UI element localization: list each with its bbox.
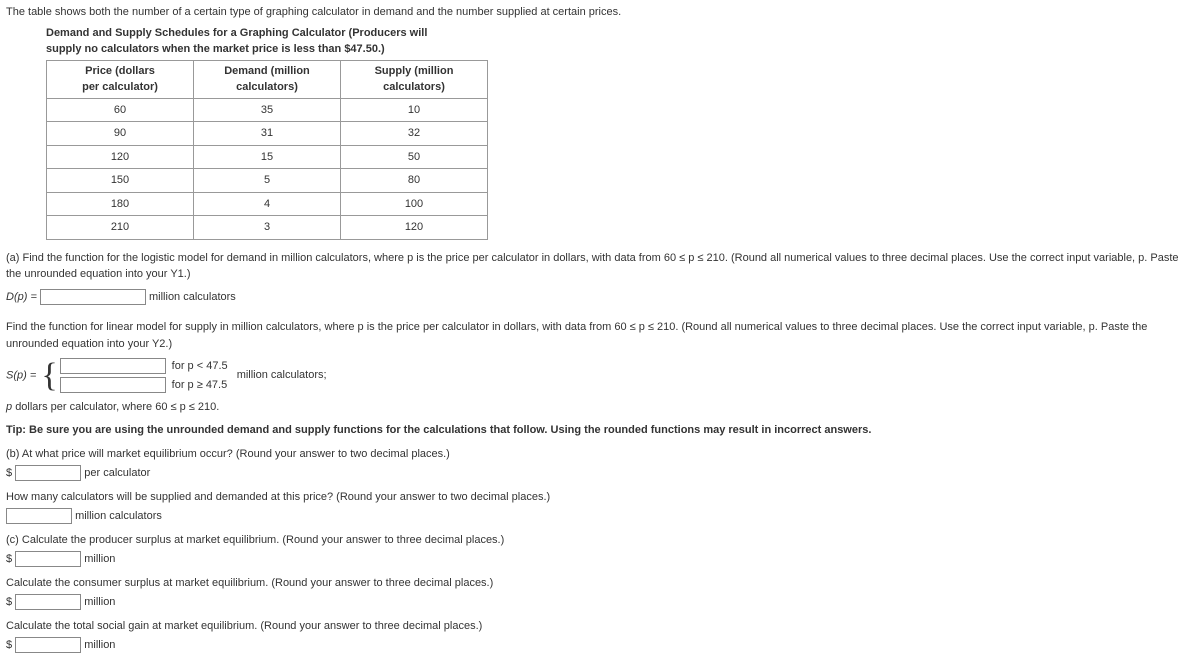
question-b2: How many calculators will be supplied an…: [6, 489, 1194, 506]
question-b: (b) At what price will market equilibriu…: [6, 446, 1194, 463]
qb-units: per calculator: [84, 467, 150, 479]
tip-text: Tip: Be sure you are using the unrounded…: [6, 422, 1194, 439]
supply-input-1[interactable]: [60, 358, 166, 374]
table-row: 1201550: [47, 145, 488, 169]
table-title-2: supply no calculators when the market pr…: [46, 41, 1194, 58]
qb2-units: million calculators: [75, 510, 162, 522]
demand-input[interactable]: [40, 289, 146, 305]
table-title-1: Demand and Supply Schedules for a Graphi…: [46, 25, 1194, 42]
question-a: (a) Find the function for the logistic m…: [6, 250, 1194, 283]
data-table: Price (dollarsper calculator) Demand (mi…: [46, 60, 488, 240]
table-row: 2103120: [47, 216, 488, 240]
col-header-demand: Demand (millioncalculators): [194, 60, 341, 98]
total-social-gain-input[interactable]: [15, 637, 81, 653]
table-row: 1804100: [47, 192, 488, 216]
question-c3: Calculate the total social gain at marke…: [6, 618, 1194, 635]
table-row: 150580: [47, 169, 488, 193]
supply-answer-line: S(p) = { for p < 47.5 for p ≥ 47.5 milli…: [6, 358, 1194, 393]
qc2-units: million: [84, 596, 115, 608]
table-row: 903132: [47, 122, 488, 146]
supply-cond-1: for p < 47.5: [172, 358, 228, 375]
consumer-surplus-input[interactable]: [15, 594, 81, 610]
supply-units: million calculators;: [237, 369, 327, 381]
intro-text: The table shows both the number of a cer…: [6, 4, 1194, 21]
demand-answer-line: D(p) = million calculators: [6, 289, 1194, 306]
d-label: D(p) =: [6, 291, 40, 303]
equilibrium-quantity-input[interactable]: [6, 508, 72, 524]
domain-note: p dollars per calculator, where 60 ≤ p ≤…: [6, 399, 1194, 416]
dollar-sign: $: [6, 467, 12, 479]
equilibrium-price-input[interactable]: [15, 465, 81, 481]
qc3-units: million: [84, 639, 115, 651]
s-label: S(p) =: [6, 369, 39, 381]
supply-question: Find the function for linear model for s…: [6, 319, 1194, 352]
dollar-sign: $: [6, 596, 12, 608]
dollar-sign: $: [6, 639, 12, 651]
supply-input-2[interactable]: [60, 377, 166, 393]
producer-surplus-input[interactable]: [15, 551, 81, 567]
dollar-sign: $: [6, 553, 12, 565]
supply-cond-2: for p ≥ 47.5: [172, 377, 228, 394]
left-brace-icon: {: [41, 359, 57, 393]
table-row: 603510: [47, 98, 488, 122]
question-c2: Calculate the consumer surplus at market…: [6, 575, 1194, 592]
col-header-price: Price (dollarsper calculator): [47, 60, 194, 98]
d-units: million calculators: [149, 291, 236, 303]
col-header-supply: Supply (millioncalculators): [341, 60, 488, 98]
question-c: (c) Calculate the producer surplus at ma…: [6, 532, 1194, 549]
qc-units: million: [84, 553, 115, 565]
